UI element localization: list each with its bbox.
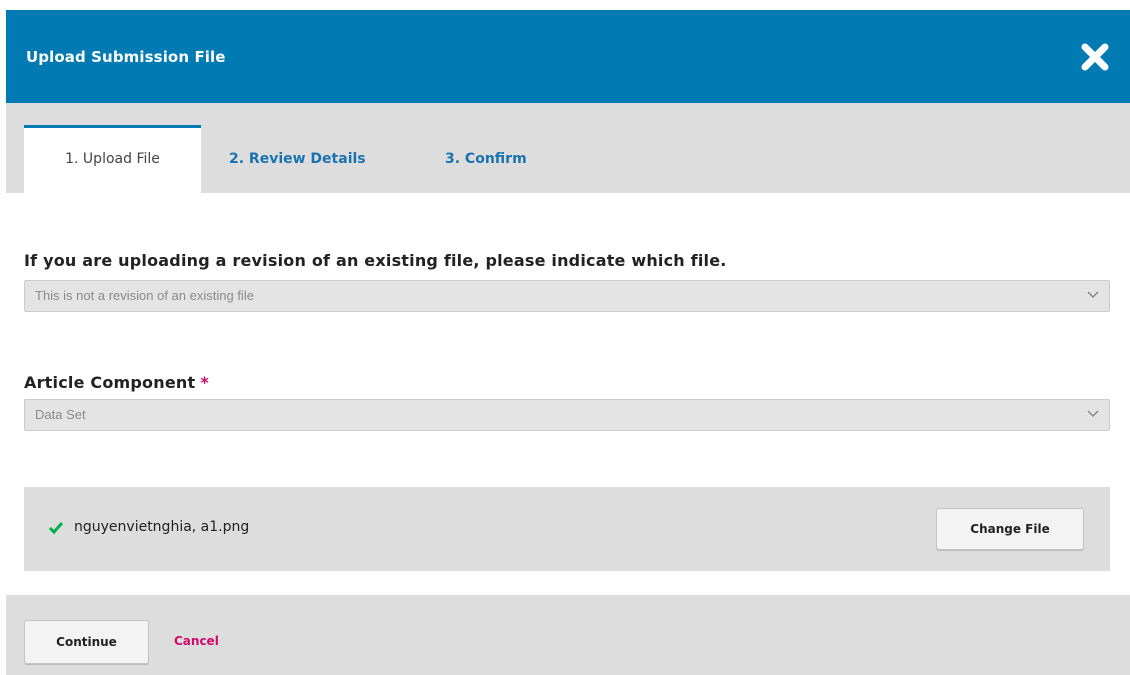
- modal-header: Upload Submission File: [6, 10, 1130, 103]
- revision-select-value: This is not a revision of an existing fi…: [35, 288, 254, 303]
- continue-button[interactable]: Continue: [24, 620, 149, 664]
- cancel-link[interactable]: Cancel: [174, 634, 219, 648]
- chevron-down-icon: [1087, 291, 1099, 299]
- close-button[interactable]: [1080, 42, 1110, 72]
- tab-upload-file[interactable]: 1. Upload File: [24, 125, 201, 193]
- revision-select[interactable]: This is not a revision of an existing fi…: [24, 280, 1110, 312]
- wizard-tabs: 1. Upload File 2. Review Details 3. Conf…: [6, 103, 1130, 193]
- article-component-select-value: Data Set: [35, 407, 86, 422]
- revision-label: If you are uploading a revision of an ex…: [24, 251, 727, 270]
- close-x-icon: [1081, 43, 1109, 71]
- uploaded-file-panel: nguyenvietnghia, a1.png Change File: [24, 487, 1110, 571]
- required-indicator: *: [200, 373, 209, 392]
- article-component-select[interactable]: Data Set: [24, 399, 1110, 431]
- tab-confirm[interactable]: 3. Confirm: [445, 125, 527, 193]
- upload-modal: Upload Submission File 1. Upload File 2.…: [6, 10, 1130, 675]
- modal-title: Upload Submission File: [26, 48, 226, 66]
- tab-review-details[interactable]: 2. Review Details: [229, 125, 366, 193]
- modal-footer: Continue Cancel: [6, 595, 1130, 675]
- check-icon: [49, 522, 63, 534]
- uploaded-file-name: nguyenvietnghia, a1.png: [74, 519, 250, 535]
- chevron-down-icon: [1087, 410, 1099, 418]
- change-file-button[interactable]: Change File: [936, 508, 1084, 550]
- article-component-label-text: Article Component: [24, 373, 196, 392]
- article-component-label: Article Component *: [24, 373, 209, 392]
